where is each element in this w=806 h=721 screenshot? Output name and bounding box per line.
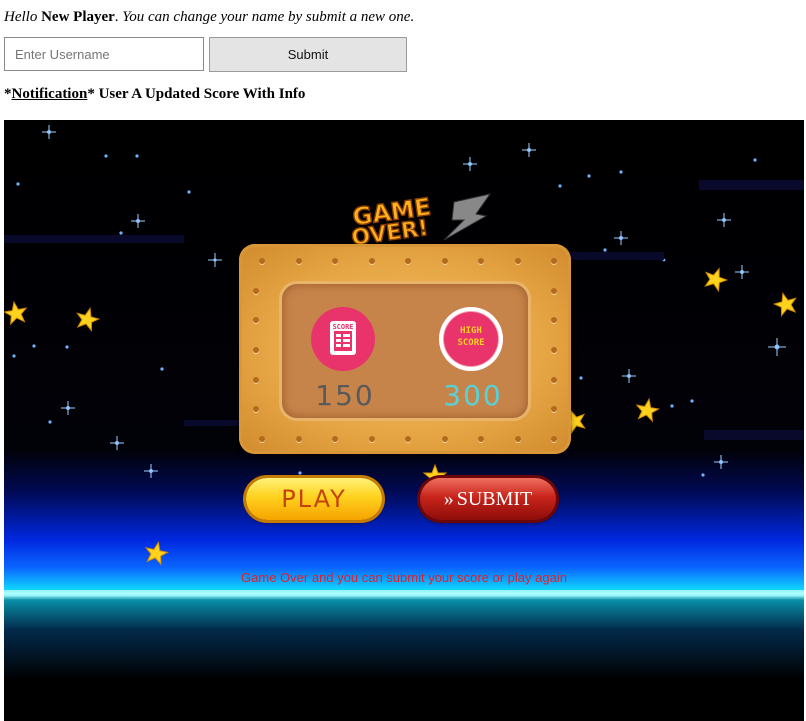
notification: *Notification* User A Updated Score With… <box>4 86 305 103</box>
chevrons-right-icon: » <box>443 488 454 510</box>
username-input[interactable] <box>4 37 204 71</box>
panel-dot <box>551 258 557 264</box>
panel-dot <box>368 258 375 264</box>
panel-dot <box>332 436 338 442</box>
horizon-glow <box>4 590 804 594</box>
panel-dot <box>253 406 259 413</box>
panel-dot <box>405 436 411 442</box>
greeting-instruction: You can change your name by submit a new… <box>122 9 415 25</box>
submit-score-label: SUBMIT <box>456 488 533 510</box>
greeting-hello: Hello <box>4 9 38 25</box>
score-value: 150 <box>315 379 375 412</box>
panel-dot <box>253 376 259 383</box>
notification-text: User A Updated Score With Info <box>98 86 306 102</box>
submit-name-button[interactable]: Submit <box>209 37 407 72</box>
high-score-value: 300 <box>443 379 503 412</box>
panel-dot <box>478 258 484 264</box>
highscore-icon-label: HIGH SCORE <box>457 326 485 348</box>
game-over-title: GAME OVER! <box>349 192 492 244</box>
panel-dot <box>551 347 557 353</box>
greeting: Hello New Player. You can change your na… <box>4 9 414 26</box>
panel-dot <box>551 287 557 294</box>
panel-dot <box>551 376 557 383</box>
panel-dot <box>478 436 484 442</box>
notification-label: Notification <box>11 86 88 102</box>
player-name: New Player <box>41 9 115 25</box>
score-panel: SCORE HIGH SCORE 150 300 <box>239 244 571 454</box>
panel-dot <box>295 258 302 264</box>
notification-suffix: * <box>87 86 95 102</box>
panel-dot <box>368 436 375 442</box>
panel-dot <box>253 287 259 294</box>
panel-dot <box>259 258 265 264</box>
game-canvas[interactable]: GAME OVER! SCORE HIGH SCORE 150 300 PLAY… <box>4 120 804 721</box>
panel-dot <box>514 436 521 442</box>
submit-score-button[interactable]: » SUBMIT <box>420 478 556 520</box>
panel-dot <box>514 258 521 264</box>
panel-dot <box>441 436 448 442</box>
panel-dot <box>332 258 338 264</box>
panel-dot <box>551 406 557 413</box>
panel-dot <box>405 258 411 264</box>
panel-dot <box>253 317 259 324</box>
panel-dot <box>253 347 259 353</box>
panel-dot <box>441 258 448 264</box>
panel-dot <box>551 436 557 442</box>
greeting-period: . <box>114 9 119 25</box>
notification-prefix: * <box>4 86 12 102</box>
game-over-message: Game Over and you can submit your score … <box>241 570 567 585</box>
panel-dot <box>259 436 265 442</box>
panel-dot <box>551 317 557 324</box>
panel-dot <box>295 436 302 442</box>
scoreboard-icon <box>330 321 356 355</box>
score-icon-label: SCORE <box>332 323 354 331</box>
score-icon: SCORE <box>311 307 375 371</box>
highscore-icon: HIGH SCORE <box>439 307 503 371</box>
play-button[interactable]: PLAY <box>246 478 382 520</box>
